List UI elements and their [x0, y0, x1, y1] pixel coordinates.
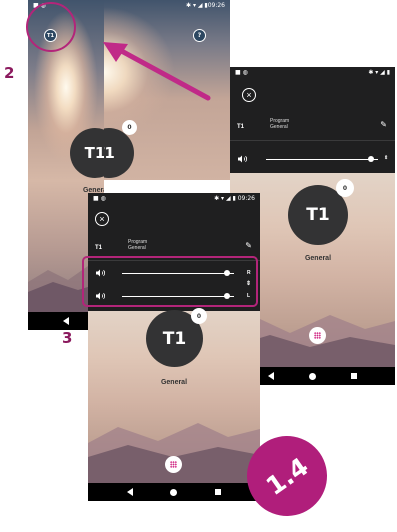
status-bar: ■ ◍ ✱ ▾ ◢ ▮ [230, 67, 395, 77]
recent-apps-icon[interactable] [351, 373, 358, 379]
close-button[interactable]: × [242, 88, 256, 102]
program-row[interactable]: T1 Program General ✎ [88, 237, 260, 257]
close-button[interactable]: × [95, 212, 109, 226]
signal-icon: ✱ ▾ ◢ ▮ [368, 68, 390, 76]
grid-icon [170, 461, 177, 468]
program-number-badge: 0 [122, 120, 137, 135]
volume-row-linked: ⇕ [230, 152, 395, 166]
program-circle-label: T1 [104, 144, 115, 162]
pencil-icon[interactable]: ✎ [380, 120, 387, 129]
recent-apps-icon[interactable] [215, 489, 222, 495]
program-row[interactable]: T1 Program General ✎ [230, 116, 395, 136]
pencil-icon[interactable]: ✎ [245, 241, 252, 250]
program-name-label: General [304, 255, 332, 262]
program-circle-label: T1 [162, 328, 187, 349]
program-name: General [270, 124, 288, 130]
program-circle-label: T1 [84, 144, 104, 162]
highlight-circle [26, 2, 76, 52]
home-icon[interactable] [308, 372, 316, 380]
program-name: General [128, 245, 146, 251]
program-circle-label: T1 [306, 205, 330, 225]
time-label: 09:26 [207, 1, 225, 9]
back-icon[interactable] [126, 488, 133, 496]
pointer-arrow [103, 42, 211, 101]
program-number-badge: 0 [191, 308, 207, 324]
step-label-3: 3 [62, 329, 73, 347]
notification-icon: ■ ◍ [93, 194, 106, 202]
phone-volume-split: ■ ◍ ✱ ▾ ◢ ▮ 09:26 × T1 Program General ✎… [88, 193, 260, 501]
step-label-2: 2 [4, 64, 15, 82]
program-name-label: General [160, 379, 188, 386]
signal-icon: ✱ ▾ ◢ ▮ [214, 194, 238, 202]
program-meta: Program General [270, 118, 289, 130]
program-number-badge: 0 [336, 179, 354, 197]
status-right: ✱ ▾ ◢ ▮ 09:26 [214, 195, 255, 202]
notification-icon: ■ ◍ [235, 68, 248, 76]
back-icon[interactable] [267, 372, 274, 380]
program-grid-button[interactable] [309, 327, 326, 344]
home-icon[interactable] [170, 488, 178, 496]
split-toggle-icon[interactable]: ⇕ [384, 155, 388, 161]
volume-slider-track[interactable] [266, 159, 378, 160]
time-label: 09:26 [237, 194, 255, 202]
program-grid-button[interactable] [165, 456, 182, 473]
volume-slider-knob[interactable] [368, 156, 375, 162]
signal-icon: ✱ ▾ ◢ ▮ [186, 1, 208, 9]
android-nav-bar [88, 483, 260, 501]
program-panel: × T1 Program General ✎ ⇕ [230, 77, 395, 173]
program-meta: Program General [128, 239, 147, 251]
speaker-icon [238, 155, 248, 163]
panel-divider [230, 140, 395, 141]
program-short-label: T1 [237, 124, 245, 130]
status-bar: ■ ◍ ✱ ▾ ◢ ▮ 09:26 [88, 193, 260, 203]
grid-icon [314, 332, 321, 339]
program-short-label: T1 [95, 245, 103, 251]
status-bar: ✱ ▾ ◢ ▮ 09:26 [104, 0, 230, 10]
highlight-volume-box [82, 256, 258, 307]
back-icon[interactable] [63, 317, 69, 325]
